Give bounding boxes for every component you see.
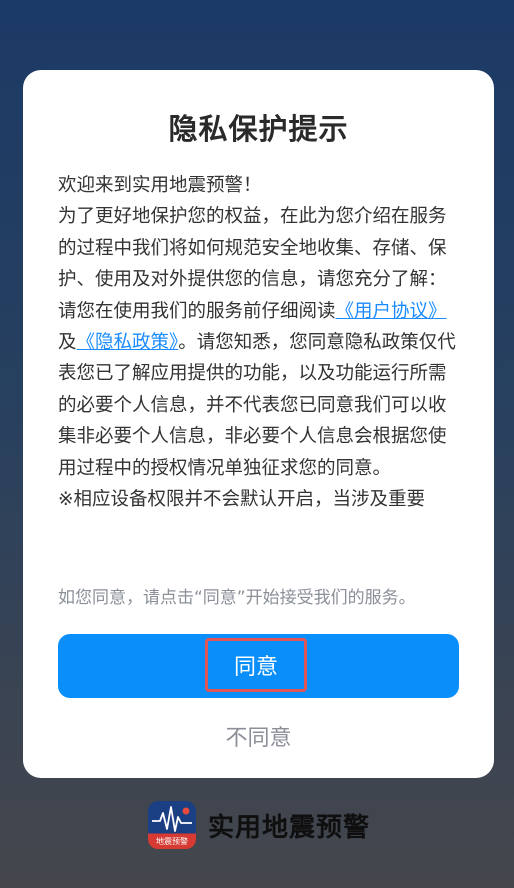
- privacy-dialog: 隐私保护提示 欢迎来到实用地震预警！ 为了更好地保护您的权益，在此为您介绍在服务…: [23, 70, 494, 778]
- welcome-text: 欢迎来到实用地震预警！: [58, 175, 262, 196]
- and-text: 及: [58, 332, 77, 354]
- policy-paragraph: 请您在使用我们的服务前仔细阅读《用户协议》及《隐私政策》。请您知悉，您同意隐私政…: [58, 296, 463, 484]
- permission-paragraph: ※相应设备权限并不会默认开启，当涉及重要: [58, 489, 426, 511]
- icon-label: 地震预警: [156, 837, 188, 846]
- agree-button[interactable]: 同意: [58, 634, 459, 698]
- disagree-button[interactable]: 不同意: [208, 720, 309, 758]
- user-agreement-link[interactable]: 《用户协议》: [336, 301, 447, 322]
- dialog-title: 隐私保护提示: [168, 112, 349, 146]
- agree-button-label[interactable]: 同意: [205, 638, 307, 692]
- policy-prefix: 请您在使用我们的服务前仔细阅读: [58, 300, 336, 322]
- app-name: 实用地震预警: [208, 812, 371, 843]
- privacy-policy-link[interactable]: 《隐私政策》: [77, 332, 179, 353]
- seismograph-icon: 地震预警: [148, 801, 196, 849]
- app-brand: 地震预警 实用地震预警: [148, 801, 370, 849]
- agree-hint: 如您同意，请点击“同意”开始接受我们的服务。: [58, 588, 416, 608]
- policy-suffix: 。请您知悉，您同意隐私政策仅代表您已了解应用提供的功能，以及功能运行所需的必要个…: [58, 332, 456, 479]
- privacy-text-scroll[interactable]: 欢迎来到实用地震预警！ 为了更好地保护您的权益，在此为您介绍在服务的过程中我们将…: [58, 170, 463, 560]
- intro-paragraph: 为了更好地保护您的权益，在此为您介绍在服务的过程中我们将如何规范安全地收集、存储…: [58, 206, 447, 291]
